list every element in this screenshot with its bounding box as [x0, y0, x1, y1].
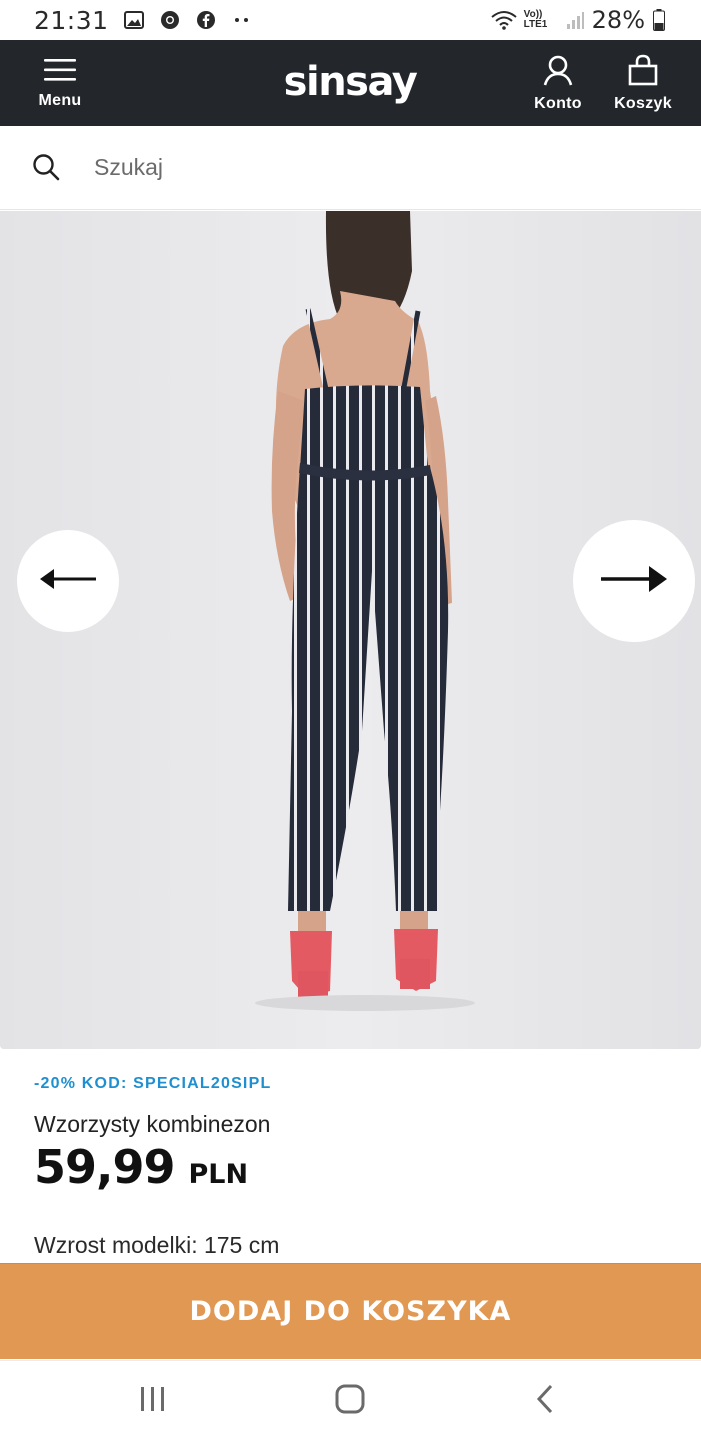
promo-code: -20% KOD: SPECIAL20SIPL [34, 1075, 272, 1092]
menu-label: Menu [38, 91, 82, 109]
signal-icon [564, 9, 586, 31]
product-photo [0, 211, 701, 1049]
cart-label: Koszyk [614, 94, 672, 112]
menu-button[interactable]: Menu [30, 40, 90, 126]
account-button[interactable]: Konto [525, 40, 591, 126]
account-label: Konto [534, 94, 582, 112]
arrow-left-icon [38, 566, 98, 597]
home-icon [335, 1384, 365, 1419]
logo-text: sinsay [283, 59, 418, 105]
battery-icon [651, 9, 667, 31]
price: 59,99 PLN [34, 1140, 248, 1194]
search-input[interactable] [94, 154, 594, 181]
recent-apps-icon [139, 1386, 167, 1417]
cart-button[interactable]: Koszyk [605, 40, 681, 126]
search-bar [0, 126, 701, 210]
hamburger-icon [43, 57, 77, 88]
facebook-notification-icon [195, 9, 217, 31]
product-name: Wzorzysty kombinezon [34, 1111, 271, 1137]
next-image-button[interactable] [573, 520, 695, 642]
add-to-cart-label: DODAJ DO KOSZYKA [189, 1296, 512, 1327]
recent-apps-button[interactable] [128, 1381, 178, 1421]
sinsay-logo[interactable]: sinsay [270, 54, 430, 110]
model-height: Wzrost modelki: 175 cm [34, 1232, 280, 1258]
back-button[interactable] [520, 1381, 570, 1421]
site-header: Menu sinsay Konto Koszyk [0, 40, 701, 126]
wifi-icon [490, 9, 518, 31]
user-icon [542, 54, 574, 91]
add-to-cart-button[interactable]: DODAJ DO KOSZYKA [0, 1263, 701, 1359]
chrome-notification-icon [159, 9, 181, 31]
status-bar: 21:31 Vo)) LTE1 28% [0, 0, 701, 40]
previous-image-button[interactable] [17, 530, 119, 632]
home-button[interactable] [325, 1381, 375, 1421]
product-image-gallery[interactable] [0, 211, 701, 1049]
shopping-bag-icon [627, 54, 659, 91]
status-time: 21:31 [34, 5, 109, 35]
arrow-right-icon [599, 562, 669, 601]
battery-percentage: 28% [591, 6, 645, 34]
network-type: Vo)) LTE1 [523, 9, 548, 30]
system-navigation-bar [0, 1360, 701, 1440]
search-icon[interactable] [32, 153, 62, 183]
price-value: 59,99 [34, 1140, 176, 1194]
price-currency: PLN [188, 1159, 249, 1190]
gallery-notification-icon [123, 9, 145, 31]
more-notifications-icon [231, 9, 253, 31]
back-icon [536, 1384, 554, 1419]
status-left: 21:31 [34, 6, 253, 35]
status-right: Vo)) LTE1 28% [490, 6, 667, 34]
